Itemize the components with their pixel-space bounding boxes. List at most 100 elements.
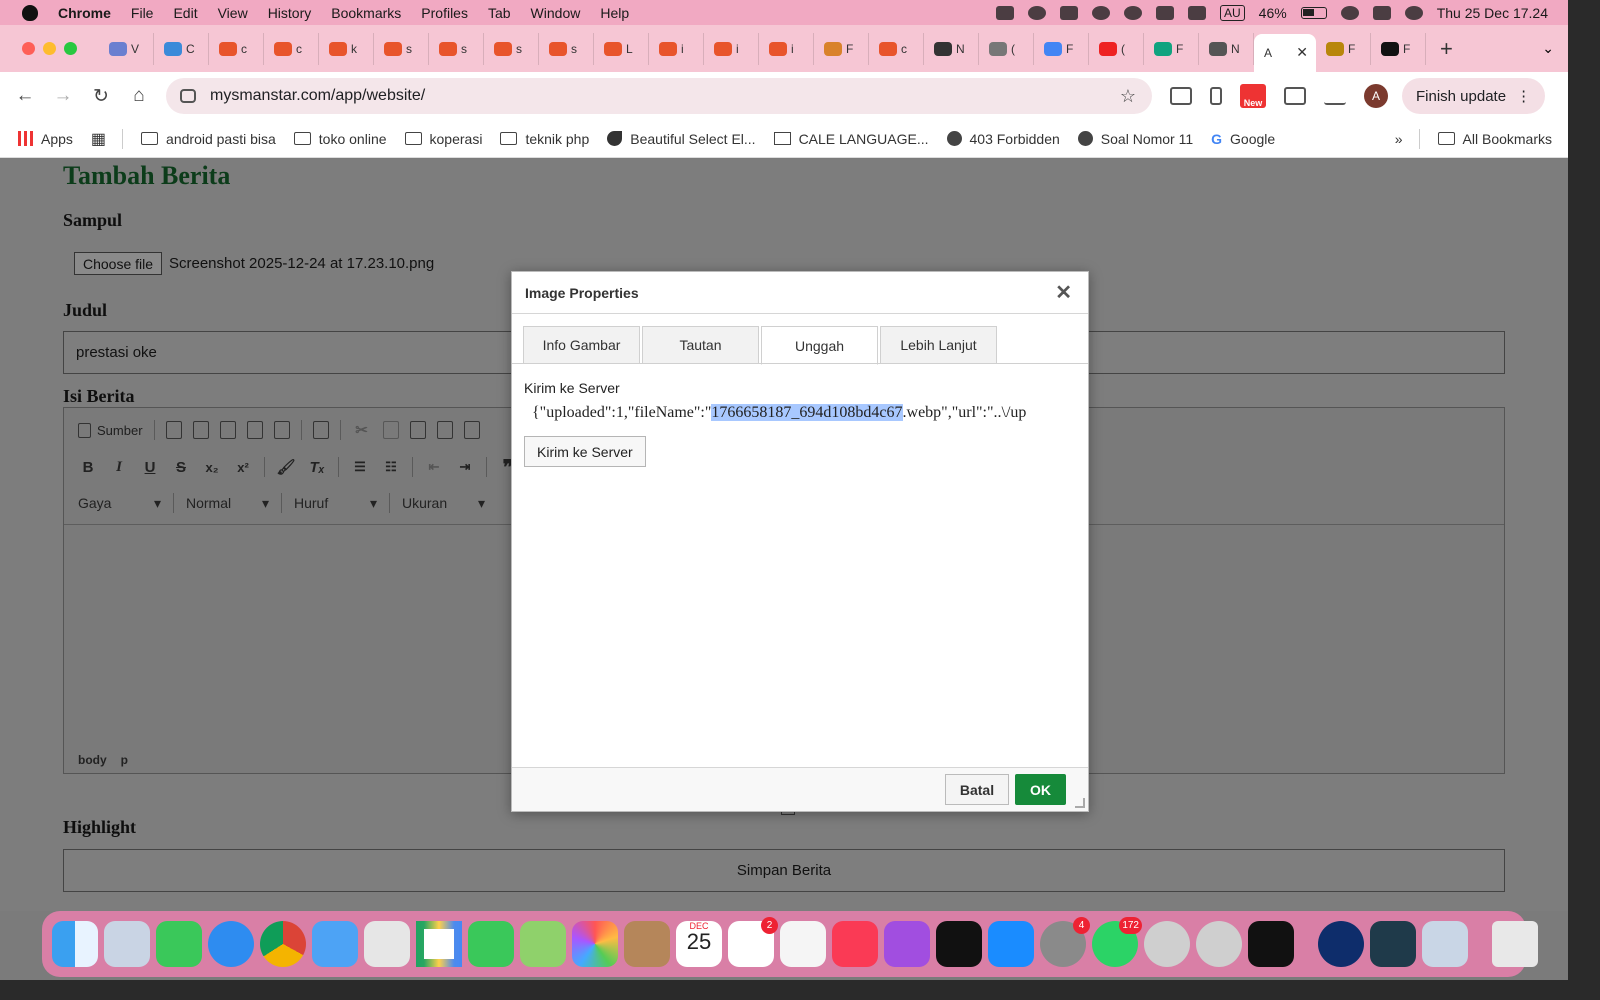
browser-tab[interactable]: c [209, 32, 264, 65]
tab-lebih-lanjut[interactable]: Lebih Lanjut [880, 326, 997, 364]
browser-tab-active[interactable]: A ✕ [1254, 33, 1316, 72]
screenshot-icon[interactable] [1170, 87, 1192, 105]
indent-icon[interactable]: ⇥ [455, 457, 475, 477]
underline-icon[interactable]: U [140, 457, 160, 477]
cloud-status-icon[interactable] [1124, 5, 1142, 20]
templates-icon[interactable] [312, 421, 329, 439]
browser-tab[interactable]: ( [979, 32, 1034, 65]
bookmark-folder[interactable]: teknik php [500, 131, 589, 147]
calendar-icon[interactable]: DEC 25 [676, 921, 722, 967]
extensions-icon[interactable] [1284, 87, 1306, 105]
tab-groups-icon[interactable]: ▦ [91, 129, 106, 149]
safari-icon[interactable] [208, 921, 254, 967]
choose-file-button[interactable]: Choose file [74, 252, 163, 275]
bookmark-apps[interactable]: Apps [18, 131, 73, 147]
profile-avatar[interactable]: A [1364, 84, 1388, 108]
siri-icon[interactable] [1404, 5, 1423, 20]
play-status-icon[interactable] [1092, 5, 1110, 20]
new-extension-badge[interactable]: New [1240, 84, 1266, 108]
finish-update-button[interactable]: Finish update ⋮ [1402, 78, 1546, 114]
keyboard-layout[interactable]: AU [1220, 4, 1245, 21]
upload-response-frame[interactable]: {"uploaded":1,"fileName":"1766658187_694… [532, 404, 1080, 422]
reload-icon[interactable]: ↻ [82, 85, 120, 108]
browser-tab[interactable]: i [649, 32, 704, 65]
mail-icon[interactable] [312, 921, 358, 967]
copy-format-icon[interactable]: 🖌 [276, 457, 296, 477]
bookmark-link[interactable]: Soal Nomor 11 [1077, 131, 1193, 147]
podcasts-icon[interactable] [884, 921, 930, 967]
subscript-icon[interactable]: x₂ [202, 457, 222, 477]
app-c-icon[interactable] [1196, 921, 1242, 967]
roblox-icon[interactable] [1248, 921, 1294, 967]
browser-tab[interactable]: k [319, 32, 374, 65]
launchpad-icon[interactable] [104, 921, 150, 967]
browser-tab[interactable]: F [1371, 32, 1426, 65]
browser-tab[interactable]: c [264, 32, 319, 65]
menu-window[interactable]: Window [531, 5, 581, 21]
menu-bookmarks[interactable]: Bookmarks [331, 5, 401, 21]
battery-icon[interactable] [1300, 6, 1327, 19]
preview-icon[interactable] [246, 421, 263, 439]
preview-app-icon[interactable] [364, 921, 410, 967]
path-p[interactable]: p [121, 753, 128, 767]
bookmark-star-icon[interactable]: ☆ [1120, 86, 1136, 107]
bookmark-folder[interactable]: toko online [293, 131, 387, 147]
app-store-icon[interactable] [988, 921, 1034, 967]
ok-button[interactable]: OK [1015, 774, 1066, 805]
export-pdf-icon[interactable] [219, 421, 236, 439]
creative-cloud-icon[interactable] [1028, 5, 1046, 20]
all-bookmarks[interactable]: All Bookmarks [1437, 131, 1552, 147]
menu-view[interactable]: View [218, 5, 248, 21]
new-tab-icon[interactable]: + [1440, 36, 1453, 62]
zoom-window-icon[interactable] [64, 42, 77, 55]
chrome-icon[interactable] [260, 921, 306, 967]
tab-tautan[interactable]: Tautan [642, 326, 759, 364]
browser-tab[interactable]: s [484, 32, 539, 65]
bookmark-link[interactable]: Beautiful Select El... [607, 131, 756, 147]
cancel-button[interactable]: Batal [945, 774, 1009, 805]
photos-icon[interactable] [572, 921, 618, 967]
bold-icon[interactable]: B [78, 457, 98, 477]
browser-tab[interactable]: s [429, 32, 484, 65]
finder-icon[interactable] [52, 921, 98, 967]
teamviewer-icon[interactable] [1318, 921, 1364, 967]
screenshot-folder-icon[interactable] [1422, 921, 1468, 967]
superscript-icon[interactable]: x² [233, 457, 253, 477]
tab-info-gambar[interactable]: Info Gambar [523, 326, 640, 364]
forward-icon[interactable]: → [44, 85, 82, 107]
menu-tab[interactable]: Tab [488, 5, 511, 21]
print-icon[interactable] [273, 421, 290, 439]
source-button[interactable]: Sumber [78, 422, 143, 438]
menu-edit[interactable]: Edit [173, 5, 197, 21]
close-icon[interactable]: ✕ [1055, 280, 1072, 305]
path-body[interactable]: body [78, 753, 107, 767]
browser-tab[interactable]: i [759, 32, 814, 65]
stack-status-icon[interactable] [1060, 5, 1078, 20]
apple-icon[interactable] [22, 4, 38, 21]
bookmark-link[interactable]: G Google [1211, 131, 1275, 147]
response-selected-text[interactable]: 1766658187_694d108bd4c67 [711, 404, 903, 421]
more-menu-icon[interactable]: ⋮ [1516, 87, 1531, 105]
browser-tab[interactable]: V [99, 32, 154, 65]
whatsapp-icon[interactable]: 172 [1092, 917, 1142, 967]
cut-icon[interactable]: ✂ [352, 420, 372, 440]
paste-text-icon[interactable] [436, 421, 453, 439]
italic-icon[interactable]: I [109, 457, 129, 477]
maps-icon[interactable] [520, 921, 566, 967]
browser-tab[interactable]: F [814, 32, 869, 65]
system-settings-icon[interactable]: 4 [1040, 917, 1090, 967]
browser-tab[interactable]: F [1316, 32, 1371, 65]
reminders-icon[interactable]: 2 [728, 917, 778, 967]
facetime-icon[interactable] [156, 921, 202, 967]
outdent-icon[interactable]: ⇤ [424, 457, 444, 477]
google-drive-icon[interactable] [416, 921, 462, 967]
messages-icon[interactable] [468, 921, 514, 967]
close-window-icon[interactable] [22, 42, 35, 55]
media-control-icon[interactable] [1324, 87, 1346, 105]
size-select[interactable]: Ukuran ▾ [396, 491, 491, 515]
filmora-icon[interactable] [1370, 921, 1416, 967]
browser-tab[interactable]: N [1199, 32, 1254, 65]
bookmark-folder[interactable]: koperasi [404, 131, 482, 147]
remote-status-icon[interactable] [996, 5, 1014, 20]
browser-tab[interactable]: L [594, 32, 649, 65]
